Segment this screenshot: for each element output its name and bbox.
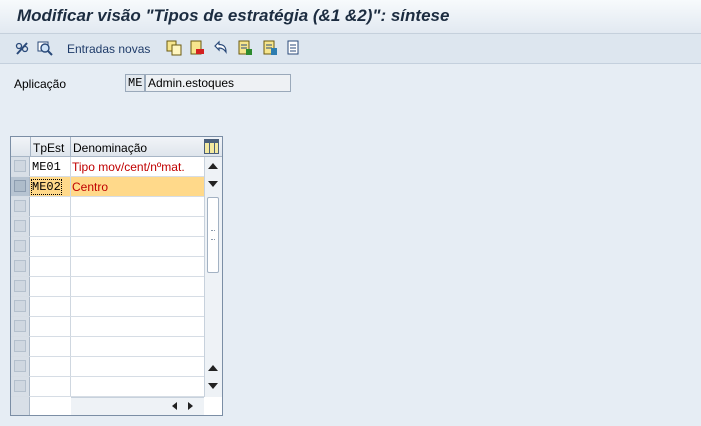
column-header-denominacao[interactable]: Denominação (73, 141, 147, 155)
row-selector[interactable] (11, 297, 30, 316)
application-label: Aplicação (14, 77, 67, 91)
row-selector[interactable] (11, 237, 30, 256)
strategy-types-table: TpEst Denominação ME01 Tipo mov/cent/nºm… (10, 136, 223, 416)
empty-row[interactable] (11, 377, 204, 397)
row-selector[interactable] (11, 357, 30, 376)
table-row-selected[interactable]: ME02 Centro (11, 177, 204, 197)
page-title: Modificar visão "Tipos de estratégia (&1… (17, 6, 450, 25)
empty-row[interactable] (11, 217, 204, 237)
row-selector[interactable] (11, 157, 30, 176)
application-toolbar: Entradas novas (0, 34, 701, 64)
row-description: Tipo mov/cent/nºmat. (72, 160, 185, 174)
empty-row[interactable] (11, 197, 204, 217)
row-selector[interactable] (11, 337, 30, 356)
empty-row[interactable] (11, 297, 204, 317)
row-selector[interactable] (11, 177, 30, 196)
row-selector[interactable] (11, 317, 30, 336)
delete-icon[interactable] (189, 40, 205, 56)
select-block-icon[interactable] (262, 40, 278, 56)
empty-row[interactable] (11, 237, 204, 257)
table-row[interactable]: ME01 Tipo mov/cent/nºmat. (11, 157, 204, 177)
row-selector[interactable] (11, 197, 30, 216)
row-description: Centro (72, 180, 109, 194)
empty-row[interactable] (11, 337, 204, 357)
empty-row[interactable] (11, 257, 204, 277)
title-bar: Modificar visão "Tipos de estratégia (&1… (0, 0, 701, 34)
row-code[interactable]: ME01 (32, 160, 61, 174)
scroll-thumb[interactable] (207, 197, 219, 273)
row-selector[interactable] (11, 257, 30, 276)
application-code-field[interactable]: ME (125, 74, 145, 92)
vertical-scrollbar[interactable] (204, 157, 222, 397)
copy-icon[interactable] (166, 40, 182, 56)
edit-glasses-icon[interactable] (14, 40, 30, 56)
table-footer-left (11, 397, 71, 415)
undo-icon[interactable] (212, 40, 228, 56)
new-entries-button[interactable]: Entradas novas (67, 42, 150, 56)
scroll-down-arrow-icon[interactable] (208, 181, 218, 187)
empty-row[interactable] (11, 277, 204, 297)
scroll-left-arrow-icon[interactable] (172, 402, 177, 410)
scroll-page-down-arrow-icon[interactable] (208, 383, 218, 389)
empty-row[interactable] (11, 357, 204, 377)
table-header: TpEst Denominação (11, 137, 222, 157)
row-selector[interactable] (11, 277, 30, 296)
empty-row[interactable] (11, 317, 204, 337)
scroll-page-up-arrow-icon[interactable] (208, 365, 218, 371)
other-object-icon[interactable] (37, 40, 53, 56)
select-all-icon[interactable] (237, 40, 253, 56)
application-description-field: Admin.estoques (145, 74, 291, 92)
column-header-tpest[interactable]: TpEst (33, 141, 64, 155)
scroll-up-arrow-icon[interactable] (208, 163, 218, 169)
scroll-right-arrow-icon[interactable] (188, 402, 193, 410)
deselect-all-icon[interactable] (286, 40, 302, 56)
column-settings-icon[interactable] (204, 139, 219, 154)
row-selector[interactable] (11, 377, 30, 396)
row-selector[interactable] (11, 217, 30, 236)
row-code[interactable]: ME02 (31, 179, 62, 195)
horizontal-scrollbar[interactable] (71, 397, 204, 415)
